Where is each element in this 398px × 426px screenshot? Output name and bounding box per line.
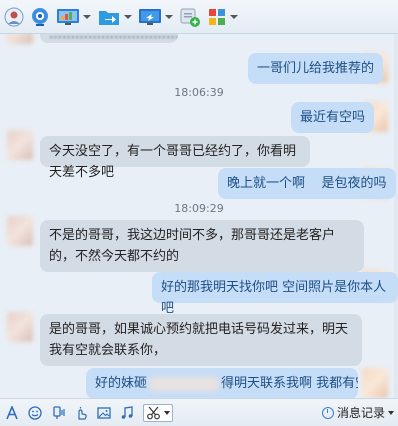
message-text: 好的那我明天找你吧 空间照片是你本人吧: [161, 280, 387, 316]
message-bubble-outgoing: 好的妹砸 得明天联系我啊 我都有空的: [86, 368, 358, 398]
avatar-icon: [4, 7, 24, 26]
voice-icon: [53, 405, 65, 419]
screen-share-button[interactable]: [56, 4, 91, 30]
message-bubble-incoming: 是的哥哥，如果诚心预约就把电话号码发过来，明天我有空就会联系你，: [40, 314, 362, 366]
chevron-down-icon[interactable]: [388, 410, 394, 415]
message-bubble-outgoing: 好的那我明天找你吧 空间照片是你本人吧: [152, 272, 398, 316]
timestamp: 18:06:39: [174, 86, 224, 99]
avatar[interactable]: [7, 34, 33, 44]
remote-desktop-button[interactable]: [138, 4, 173, 30]
message-list[interactable]: ………………………… 一哥们儿给我推荐的 18:06:39 最近有空吗 今天没空…: [0, 34, 398, 398]
screenshot-button[interactable]: [143, 403, 173, 422]
timestamp: 18:09:29: [174, 202, 224, 215]
avatar[interactable]: [362, 368, 388, 398]
avatar[interactable]: [7, 216, 33, 246]
redaction-blur: [149, 376, 220, 391]
message-text: 最近有空吗: [300, 110, 366, 125]
avatar[interactable]: [7, 130, 33, 160]
file-transfer-icon: [99, 10, 119, 25]
emoji-icon: [28, 405, 42, 420]
apps-grid-icon: [209, 8, 225, 25]
message-text: 得明天联系我啊 我都有空的: [221, 376, 358, 391]
remote-desktop-icon: [139, 8, 161, 25]
image-icon: [97, 406, 111, 419]
add-app-icon: [180, 8, 200, 27]
history-label: 消息记录: [336, 406, 385, 420]
emoji-button[interactable]: [28, 405, 42, 420]
message-history-button[interactable]: 消息记录: [321, 404, 394, 421]
music-icon: [121, 405, 133, 419]
voice-button[interactable]: [51, 405, 65, 420]
poke-button[interactable]: [74, 406, 88, 420]
contact-avatar-button[interactable]: [4, 4, 24, 30]
message-bubble-incoming: 今天没空了，有一个哥哥已经约了，你看明天差不多吧: [40, 136, 310, 180]
font-button[interactable]: [5, 405, 19, 420]
chevron-down-icon[interactable]: [164, 410, 170, 415]
video-call-button[interactable]: [30, 4, 50, 30]
apps-grid-button[interactable]: [207, 4, 238, 30]
message-bubble-outgoing: 最近有空吗: [291, 102, 375, 133]
font-icon: [6, 405, 18, 419]
message-text: 一哥们儿给我推荐的: [257, 61, 375, 76]
screenshot-icon: [147, 406, 160, 419]
message-text: …………………………: [49, 34, 178, 42]
screen-share-icon: [57, 8, 79, 25]
message-text: 不是的哥哥，我这边时间不多，那哥哥还是老客户的，不然今天都不约的: [49, 228, 336, 264]
file-transfer-button[interactable]: [97, 4, 132, 30]
camera-icon: [32, 7, 48, 26]
message-text: 晚上就一个啊 是包夜的吗: [227, 176, 387, 191]
music-button[interactable]: [120, 405, 134, 420]
chevron-down-icon[interactable]: [124, 14, 132, 19]
chevron-down-icon[interactable]: [230, 14, 238, 19]
message-bubble-outgoing: 晚上就一个啊 是包夜的吗: [218, 168, 396, 199]
chevron-down-icon[interactable]: [165, 14, 173, 19]
poke-icon: [78, 406, 87, 420]
chevron-down-icon[interactable]: [83, 14, 91, 19]
chat-toolbar: [0, 0, 398, 34]
avatar[interactable]: [7, 312, 33, 342]
clock-icon: [321, 406, 334, 419]
image-button[interactable]: [97, 406, 111, 420]
message-text: 是的哥哥，如果诚心预约就把电话号码发过来，明天我有空就会联系你，: [49, 322, 349, 358]
message-bubble-outgoing: 一哥们儿给我推荐的: [248, 53, 384, 84]
message-bubble-partial: …………………………: [40, 34, 178, 43]
add-app-button[interactable]: [179, 4, 201, 30]
input-toolbar: 消息记录: [0, 398, 398, 426]
message-bubble-incoming: 不是的哥哥，我这边时间不多，那哥哥还是老客户的，不然今天都不约的: [40, 220, 364, 272]
message-text: 好的妹砸: [95, 376, 148, 391]
